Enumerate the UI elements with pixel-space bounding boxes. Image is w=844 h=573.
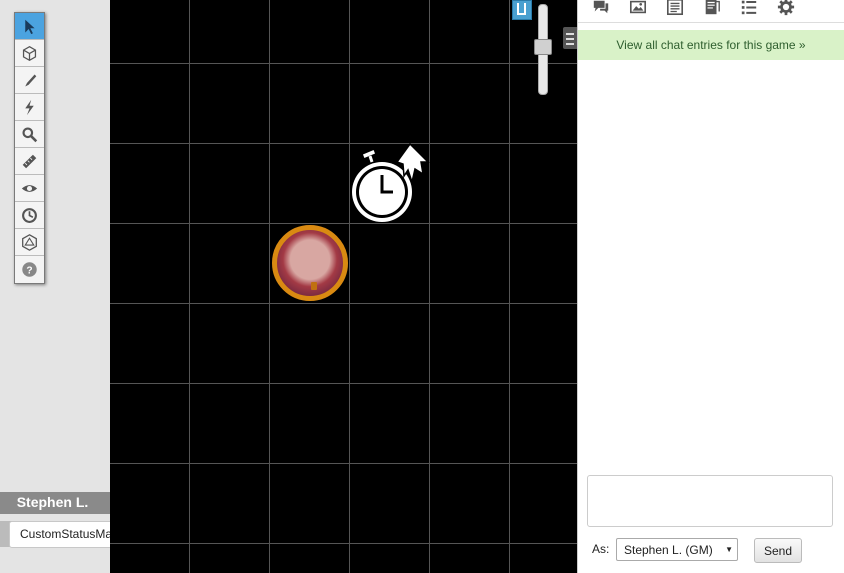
right-sidebar: View all chat entries for this game » As…: [577, 0, 844, 573]
svg-text:?: ?: [26, 265, 32, 276]
send-button[interactable]: Send: [754, 538, 802, 563]
fx-icon: [25, 99, 34, 115]
turn-tracker-icon: [22, 207, 37, 223]
map-canvas[interactable]: [110, 0, 577, 573]
help-icon: ?: [22, 262, 37, 277]
dropdown-caret-icon: ▼: [725, 545, 733, 554]
draw-icon: [25, 74, 37, 86]
chat-input[interactable]: [587, 475, 833, 527]
art-library-icon: [629, 0, 647, 14]
zoom-fit-button[interactable]: [512, 0, 532, 20]
layers-icon: [22, 45, 37, 61]
select-tool-button[interactable]: [15, 13, 44, 40]
fog-icon: [21, 184, 38, 192]
tab-art-library[interactable]: [627, 0, 649, 17]
fx-tool-button[interactable]: [15, 94, 44, 121]
draw-tool-button[interactable]: [15, 67, 44, 94]
settings-icon: [777, 0, 795, 16]
chat-icon: [593, 0, 609, 14]
tab-journal[interactable]: [664, 0, 686, 17]
dice-icon: [22, 233, 37, 251]
dice-tool-button[interactable]: [15, 229, 44, 256]
zoom-slider[interactable]: [534, 0, 552, 95]
toolbar: ?: [14, 12, 45, 284]
tab-compendium[interactable]: [701, 0, 723, 17]
chat-archive-link[interactable]: View all chat entries for this game »: [578, 30, 844, 60]
sidebar-tabs: [578, 0, 844, 23]
speak-as-value: Stephen L. (GM): [624, 543, 713, 557]
sidebar-collapse-handle[interactable]: [563, 27, 577, 49]
jukebox-list-icon: [741, 0, 757, 15]
player-bar[interactable]: Stephen L.: [0, 492, 110, 514]
speak-as-select[interactable]: Stephen L. (GM) ▼: [616, 538, 738, 561]
stopwatch-icon[interactable]: [350, 142, 434, 226]
zoom-tool-button[interactable]: [15, 121, 44, 148]
layers-tool-button[interactable]: [15, 40, 44, 67]
ruler-icon: [22, 154, 37, 168]
tab-chat[interactable]: [590, 0, 612, 17]
turn-tracker-tool-button[interactable]: [15, 202, 44, 229]
player-name: Stephen L.: [16, 494, 89, 510]
zoom-icon: [22, 126, 38, 142]
token-status-marker: [311, 282, 317, 290]
select-icon: [25, 19, 35, 34]
speak-as-label: As:: [592, 542, 610, 556]
help-tool-button[interactable]: ?: [15, 256, 44, 283]
fog-tool-button[interactable]: [15, 175, 44, 202]
tab-settings[interactable]: [775, 0, 797, 17]
character-token[interactable]: [272, 225, 348, 301]
zoom-slider-thumb[interactable]: [534, 39, 552, 55]
tab-jukebox-list[interactable]: [738, 0, 760, 17]
journal-icon: [666, 0, 684, 16]
ruler-tool-button[interactable]: [15, 148, 44, 175]
compendium-icon: [705, 0, 720, 15]
